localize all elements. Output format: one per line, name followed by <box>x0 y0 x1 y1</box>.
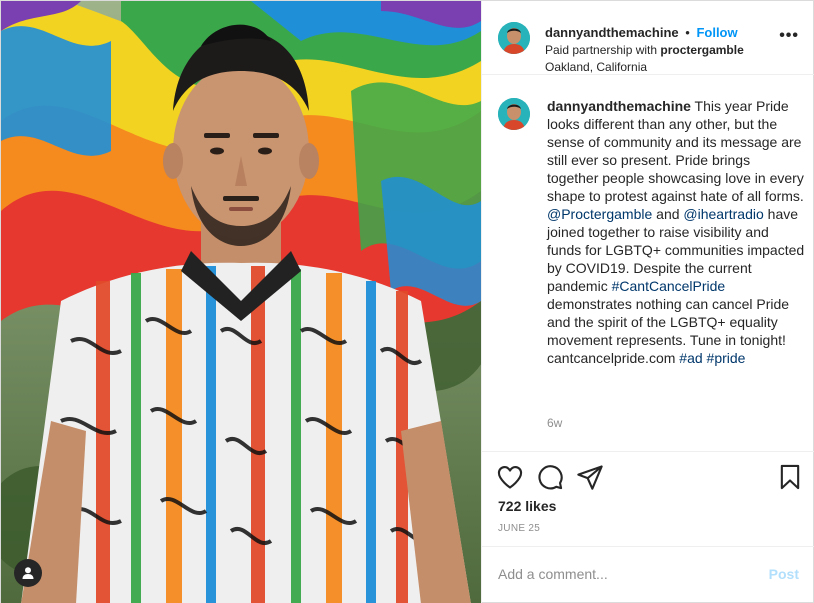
add-comment-section: Post <box>482 546 814 602</box>
hashtag-link[interactable]: #pride <box>707 350 746 366</box>
caption-time[interactable]: 6w <box>547 416 562 430</box>
hashtag-link[interactable]: #ad <box>679 350 702 366</box>
avatar-image <box>498 22 530 54</box>
action-bar: 722 likes JUNE 25 <box>482 451 814 551</box>
post-frame: dannyandthemachine • Follow Paid partner… <box>0 0 814 603</box>
likes-count[interactable]: 722 likes <box>498 498 556 514</box>
post-header: dannyandthemachine • Follow Paid partner… <box>482 1 814 75</box>
partner-link[interactable]: proctergamble <box>660 43 743 57</box>
comment-button[interactable] <box>536 463 564 491</box>
user-tag-button[interactable] <box>14 559 42 587</box>
save-button[interactable] <box>776 463 804 491</box>
mention-link[interactable]: @Proctergamble <box>547 206 652 222</box>
comments-area: dannyandthemachine This year Pride looks… <box>482 76 814 451</box>
post-date[interactable]: JUNE 25 <box>498 523 540 534</box>
post-photo[interactable] <box>1 1 481 603</box>
more-options-button[interactable]: ••• <box>779 27 799 45</box>
comment-icon <box>538 465 563 490</box>
partnership-label: Paid partnership with <box>545 43 661 57</box>
location-link[interactable]: Oakland, California <box>545 59 744 76</box>
caption-text: and <box>652 206 684 222</box>
comment-input[interactable] <box>498 564 748 584</box>
heart-icon <box>497 466 523 489</box>
separator-dot: • <box>685 25 690 40</box>
paper-plane-icon <box>577 465 603 490</box>
header-username[interactable]: dannyandthemachine <box>545 25 679 40</box>
user-icon <box>22 567 34 579</box>
follow-button[interactable]: Follow <box>696 25 737 40</box>
post-image <box>1 1 481 603</box>
caption-text: demonstrates nothing can cancel Pride an… <box>547 296 790 366</box>
caption-username[interactable]: dannyandthemachine <box>547 98 691 114</box>
post-comment-button[interactable]: Post <box>769 566 799 582</box>
avatar[interactable] <box>498 22 530 54</box>
share-button[interactable] <box>576 463 604 491</box>
caption-avatar[interactable] <box>498 98 530 130</box>
mention-link[interactable]: @iheartradio <box>683 206 763 222</box>
avatar-image <box>498 98 530 130</box>
post-sidebar: dannyandthemachine • Follow Paid partner… <box>481 1 814 603</box>
bookmark-icon <box>780 464 800 490</box>
hashtag-link[interactable]: #CantCancelPride <box>612 278 726 294</box>
like-button[interactable] <box>496 463 524 491</box>
header-text: dannyandthemachine • Follow Paid partner… <box>545 24 744 76</box>
caption: dannyandthemachine This year Pride looks… <box>547 97 805 367</box>
